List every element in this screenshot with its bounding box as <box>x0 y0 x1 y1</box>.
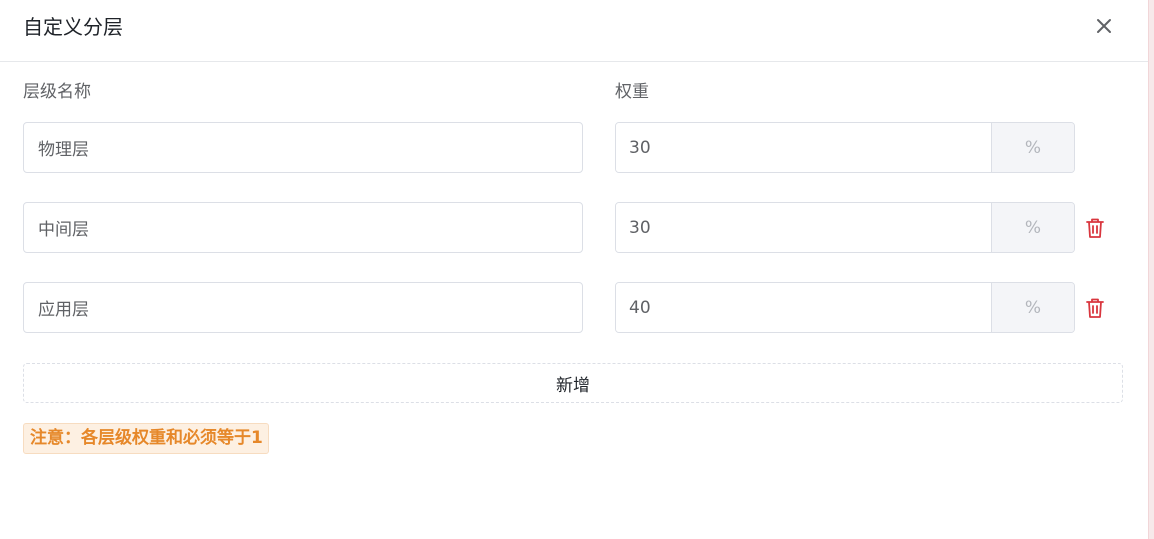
weight-field-1: % <box>615 122 1075 173</box>
weight-field-3: % <box>615 282 1075 333</box>
weight-input-2[interactable] <box>616 203 991 252</box>
layer-name-input-1[interactable] <box>23 122 583 173</box>
backdrop-edge <box>1148 0 1154 539</box>
weight-input-1[interactable] <box>616 123 991 172</box>
add-layer-button[interactable]: 新增 <box>23 363 1123 403</box>
custom-layer-dialog: 自定义分层 层级名称 权重 % % % <box>0 0 1148 539</box>
layer-name-input-2[interactable] <box>23 202 583 253</box>
dialog-title: 自定义分层 <box>23 15 123 39</box>
weight-column-label: 权重 <box>615 82 649 102</box>
delete-icon[interactable] <box>1083 296 1107 320</box>
dialog-header: 自定义分层 <box>0 0 1148 62</box>
layer-name-input-3[interactable] <box>23 282 583 333</box>
percent-suffix-3: % <box>991 283 1074 332</box>
layer-name-column-label: 层级名称 <box>23 82 91 102</box>
weight-input-3[interactable] <box>616 283 991 332</box>
weight-field-2: % <box>615 202 1075 253</box>
percent-suffix-2: % <box>991 203 1074 252</box>
weight-sum-notice: 注意：各层级权重和必须等于1 <box>23 423 269 454</box>
delete-icon[interactable] <box>1083 216 1107 240</box>
close-icon[interactable] <box>1090 12 1118 40</box>
percent-suffix-1: % <box>991 123 1074 172</box>
